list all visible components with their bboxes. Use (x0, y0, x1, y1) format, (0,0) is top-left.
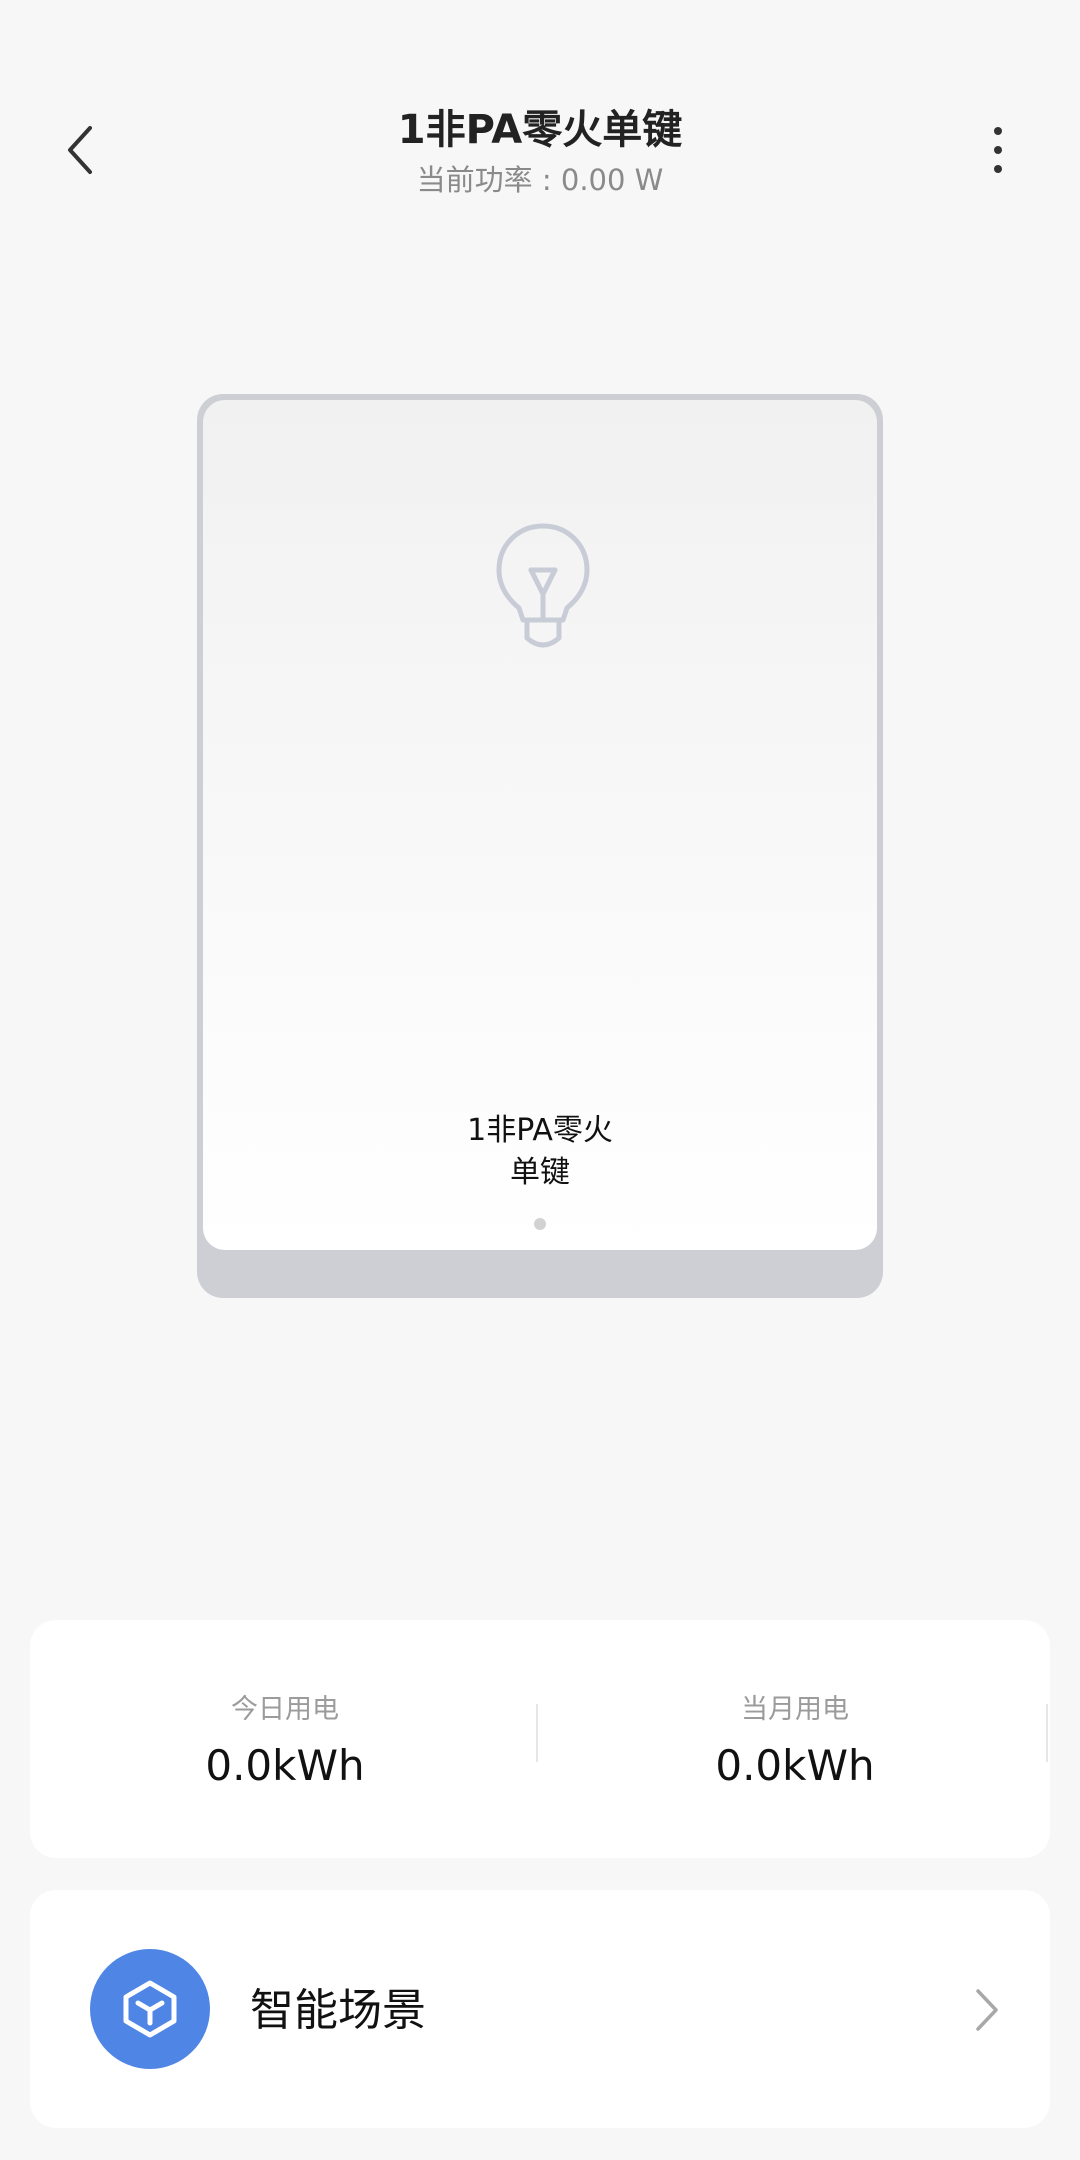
title-block: 1非PA零火单键 当前功率 : 0.00 W (0, 102, 1080, 202)
energy-card: 今日用电 0.0kWh 当月用电 0.0kWh (30, 1620, 1050, 1858)
month-usage-label: 当月用电 (741, 1694, 849, 1725)
header: 1非PA零火单键 当前功率 : 0.00 W (0, 0, 1080, 220)
cube-icon (123, 1980, 177, 2038)
chevron-right-icon (976, 1989, 998, 2031)
more-vertical-icon (994, 127, 1002, 173)
switch-panel: 1非PA零火 单键 (197, 394, 883, 1298)
switch-name-line2: 单键 (510, 1155, 570, 1190)
page-title: 1非PA零火单键 (397, 107, 683, 153)
month-usage-value: 0.0kWh (715, 1741, 875, 1790)
month-usage: 当月用电 0.0kWh (540, 1690, 1050, 1794)
switch-name-line1: 1非PA零火 (467, 1113, 613, 1148)
energy-divider-edge (1046, 1704, 1048, 1762)
smart-scene-label: 智能场景 (250, 1985, 426, 2036)
today-usage-label: 今日用电 (231, 1694, 339, 1725)
energy-divider (536, 1704, 538, 1762)
scene-icon-badge (90, 1949, 210, 2069)
switch-key[interactable]: 1非PA零火 单键 (203, 400, 877, 1250)
current-power: 当前功率 : 0.00 W (416, 163, 664, 197)
smart-scene-entry[interactable]: 智能场景 (30, 1890, 1050, 2128)
today-usage: 今日用电 0.0kWh (30, 1690, 540, 1794)
more-options-button[interactable] (966, 110, 1030, 190)
status-indicator-dot (534, 1218, 546, 1230)
switch-name: 1非PA零火 单键 (203, 1110, 877, 1194)
today-usage-value: 0.0kWh (205, 1741, 365, 1790)
lightbulb-icon (496, 523, 590, 648)
